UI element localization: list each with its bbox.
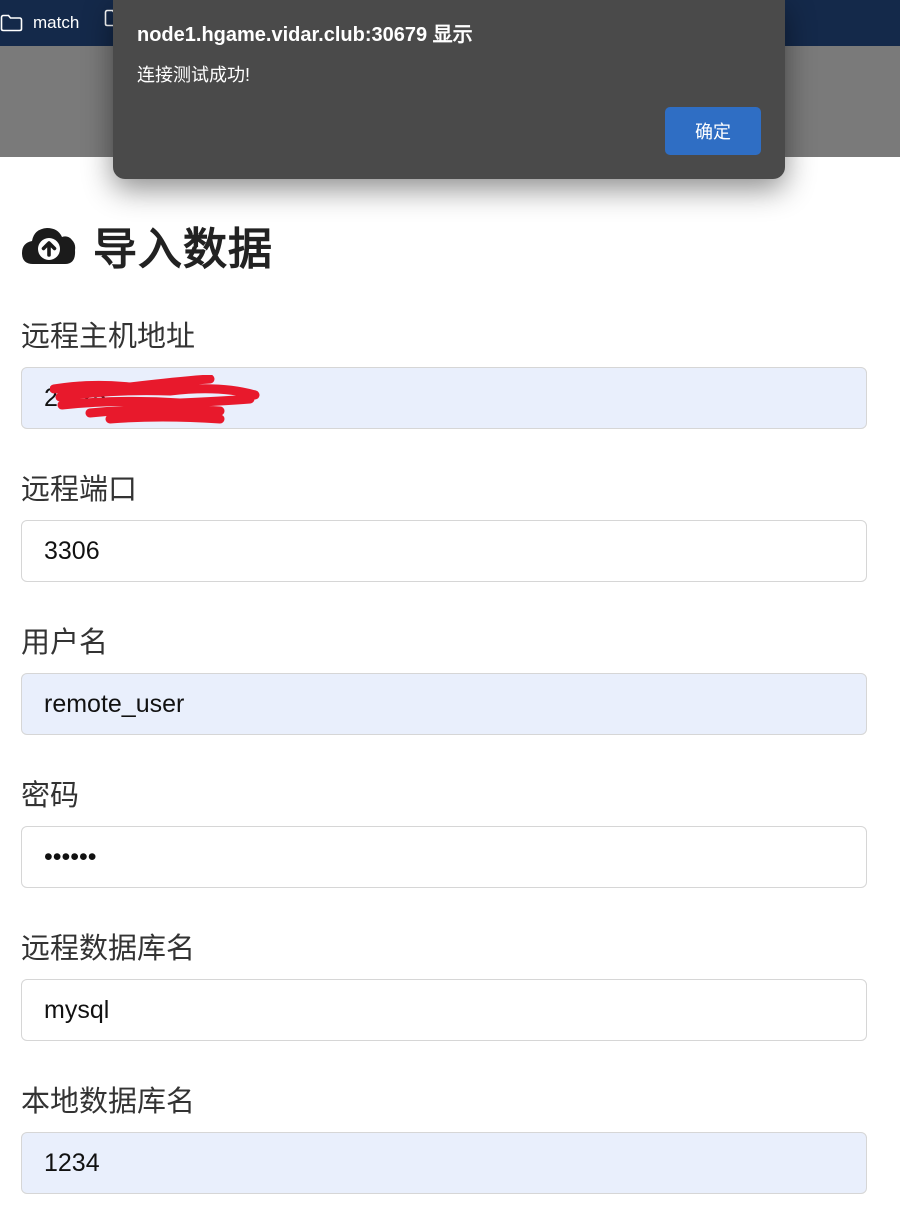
page-heading: 导入数据 — [21, 213, 273, 277]
local-db-label: 本地数据库名 — [21, 1086, 196, 1118]
import-data-form: 导入数据 远程主机地址 远程端口 用户名 密码 远程数据库名 本地数据库名 — [0, 157, 900, 1213]
remote-db-input[interactable] — [21, 979, 867, 1041]
remote-host-label: 远程主机地址 — [21, 321, 196, 353]
page-title: 导入数据 — [93, 225, 273, 274]
remote-port-label: 远程端口 — [21, 474, 138, 506]
bookmark-label: match — [33, 13, 80, 32]
remote-db-label: 远程数据库名 — [21, 933, 196, 965]
ok-button[interactable]: 确定 — [665, 107, 761, 155]
redaction-scribble — [50, 375, 260, 424]
alert-dialog: node1.hgame.vidar.club:30679 显示 连接测试成功! … — [113, 0, 785, 179]
folder-icon — [0, 14, 23, 32]
username-input[interactable] — [21, 673, 867, 735]
password-input[interactable] — [21, 826, 867, 888]
username-label: 用户名 — [21, 627, 109, 659]
dialog-message: 连接测试成功! — [137, 65, 251, 85]
dialog-title: node1.hgame.vidar.club:30679 显示 — [137, 24, 473, 46]
cloud-upload-icon — [22, 228, 76, 264]
remote-port-input[interactable] — [21, 520, 867, 582]
bookmark-folder-match[interactable]: match — [0, 0, 79, 46]
password-label: 密码 — [21, 780, 80, 812]
local-db-input[interactable] — [21, 1132, 867, 1194]
